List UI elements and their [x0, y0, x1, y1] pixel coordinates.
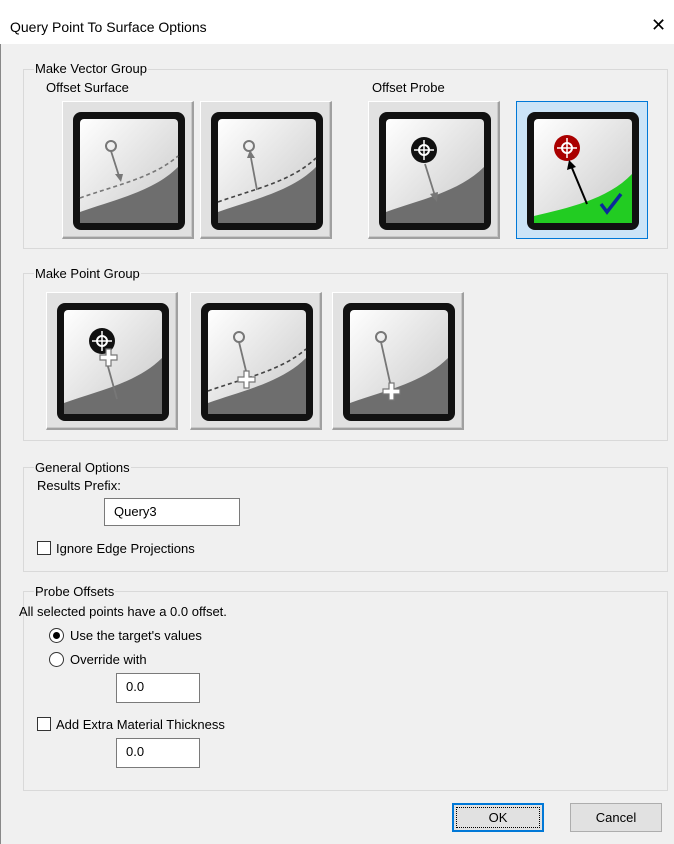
ignore-edge-label: Ignore Edge Projections: [56, 541, 195, 556]
point-at-probe-button[interactable]: [46, 292, 178, 430]
point-at-surface-button[interactable]: [332, 292, 464, 430]
extra-thickness-checkbox[interactable]: [37, 717, 51, 731]
offset-probe-down-button[interactable]: [368, 101, 500, 239]
override-radio[interactable]: [49, 652, 64, 667]
offset-surface-up-icon: [211, 112, 323, 230]
general-options-label: General Options: [34, 460, 131, 475]
point-at-offset-surface-button[interactable]: [190, 292, 322, 430]
cancel-button[interactable]: Cancel: [570, 803, 662, 832]
override-label: Override with: [70, 652, 147, 667]
point-group-label: Make Point Group: [34, 266, 141, 281]
vector-group-label: Make Vector Group: [34, 61, 148, 76]
cancel-button-label: Cancel: [595, 810, 637, 825]
probe-offsets-label: Probe Offsets: [34, 584, 116, 599]
close-icon[interactable]: ✕: [651, 16, 666, 34]
extra-thickness-label: Add Extra Material Thickness: [56, 717, 225, 732]
use-target-label: Use the target's values: [70, 628, 202, 643]
probe-offsets-info: All selected points have a 0.0 offset.: [19, 604, 227, 619]
focus-ring: [456, 807, 540, 828]
results-prefix-input[interactable]: Query3: [104, 498, 240, 526]
title-bar: Query Point To Surface Options ✕: [0, 0, 674, 44]
offset-surface-down-button[interactable]: [62, 101, 194, 239]
offset-probe-label: Offset Probe: [372, 80, 445, 95]
offset-surface-down-icon: [73, 112, 185, 230]
ok-button[interactable]: OK: [452, 803, 544, 832]
results-prefix-label: Results Prefix:: [37, 478, 121, 493]
offset-surface-up-button[interactable]: [200, 101, 332, 239]
offset-probe-up-icon: [527, 112, 639, 230]
use-target-radio[interactable]: [49, 628, 64, 643]
window-title: Query Point To Surface Options: [10, 19, 207, 35]
override-value-input[interactable]: 0.0: [116, 673, 200, 703]
offset-probe-down-icon: [379, 112, 491, 230]
radio-selected-dot: [53, 632, 60, 639]
window-border: [0, 44, 1, 844]
offset-surface-label: Offset Surface: [46, 80, 129, 95]
offset-probe-up-button[interactable]: [516, 101, 648, 239]
ignore-edge-checkbox[interactable]: [37, 541, 51, 555]
extra-thickness-input[interactable]: 0.0: [116, 738, 200, 768]
point-at-offset-surface-icon: [201, 303, 313, 421]
point-at-probe-icon: [57, 303, 169, 421]
point-at-surface-icon: [343, 303, 455, 421]
